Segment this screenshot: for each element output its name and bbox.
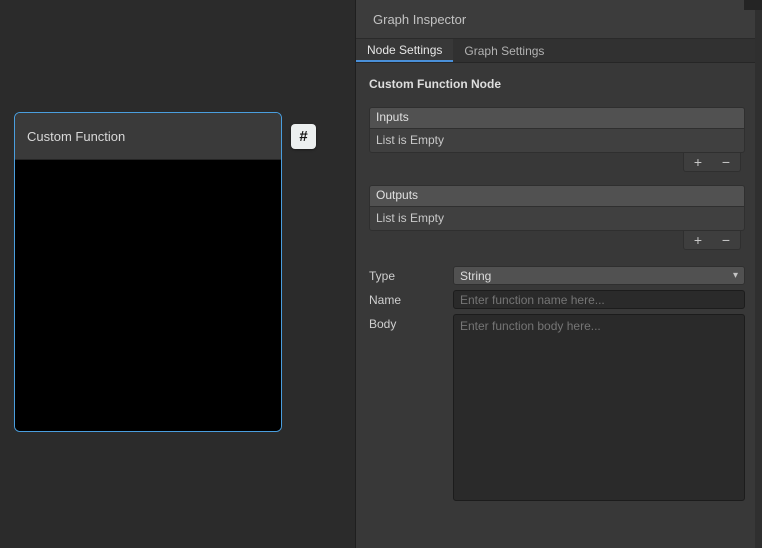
inputs-empty-label: List is Empty	[376, 133, 444, 147]
inputs-list-footer: + −	[369, 153, 745, 172]
node-title: Custom Function	[27, 129, 125, 144]
inspector-scrollbar[interactable]	[755, 0, 762, 548]
scrollbar-corner	[744, 0, 762, 10]
hash-icon: #	[299, 128, 307, 145]
node-hash-badge-button[interactable]: #	[291, 124, 316, 149]
graph-inspector-panel: Graph Inspector Node Settings Graph Sett…	[355, 0, 762, 548]
function-body-textarea[interactable]	[453, 314, 745, 501]
type-dropdown-value: String	[460, 269, 491, 283]
inspector-header: Graph Inspector	[356, 0, 762, 39]
section-title: Custom Function Node	[369, 77, 745, 91]
body-row: Body	[369, 314, 745, 504]
inputs-add-button[interactable]: +	[686, 154, 710, 170]
inputs-list-title: Inputs	[376, 110, 409, 124]
outputs-add-button[interactable]: +	[686, 232, 710, 248]
outputs-list-footer: + −	[369, 231, 745, 250]
type-row: Type String ▾	[369, 266, 745, 285]
tab-node-settings[interactable]: Node Settings	[356, 39, 453, 62]
name-label: Name	[369, 290, 453, 307]
name-row: Name	[369, 290, 745, 309]
outputs-list: Outputs List is Empty + −	[369, 185, 745, 250]
inputs-remove-button[interactable]: −	[714, 154, 738, 170]
inputs-list-header: Inputs	[369, 107, 745, 128]
chevron-down-icon: ▾	[733, 270, 738, 281]
node-header[interactable]: Custom Function	[15, 113, 281, 160]
graph-canvas[interactable]: Custom Function #	[0, 0, 355, 548]
inspector-title: Graph Inspector	[373, 12, 466, 27]
outputs-empty-label: List is Empty	[376, 211, 444, 225]
outputs-list-empty-row: List is Empty	[369, 206, 745, 231]
outputs-footer-box: + −	[683, 231, 741, 250]
outputs-list-header: Outputs	[369, 185, 745, 206]
tab-node-settings-label: Node Settings	[367, 43, 442, 57]
inputs-list-empty-row: List is Empty	[369, 128, 745, 153]
outputs-remove-button[interactable]: −	[714, 232, 738, 248]
node-body	[15, 160, 281, 432]
inspector-content: Custom Function Node Inputs List is Empt…	[356, 77, 762, 504]
inputs-list: Inputs List is Empty + −	[369, 107, 745, 172]
function-fields: Type String ▾ Name Body	[369, 266, 745, 504]
inspector-tabbar: Node Settings Graph Settings	[356, 39, 762, 63]
type-dropdown[interactable]: String ▾	[453, 266, 745, 285]
tab-graph-settings-label: Graph Settings	[464, 44, 544, 58]
function-name-input[interactable]	[453, 290, 745, 309]
tab-graph-settings[interactable]: Graph Settings	[453, 39, 555, 62]
custom-function-node[interactable]: Custom Function	[14, 112, 282, 432]
outputs-list-title: Outputs	[376, 188, 418, 202]
body-label: Body	[369, 314, 453, 331]
type-label: Type	[369, 266, 453, 283]
inputs-footer-box: + −	[683, 153, 741, 172]
